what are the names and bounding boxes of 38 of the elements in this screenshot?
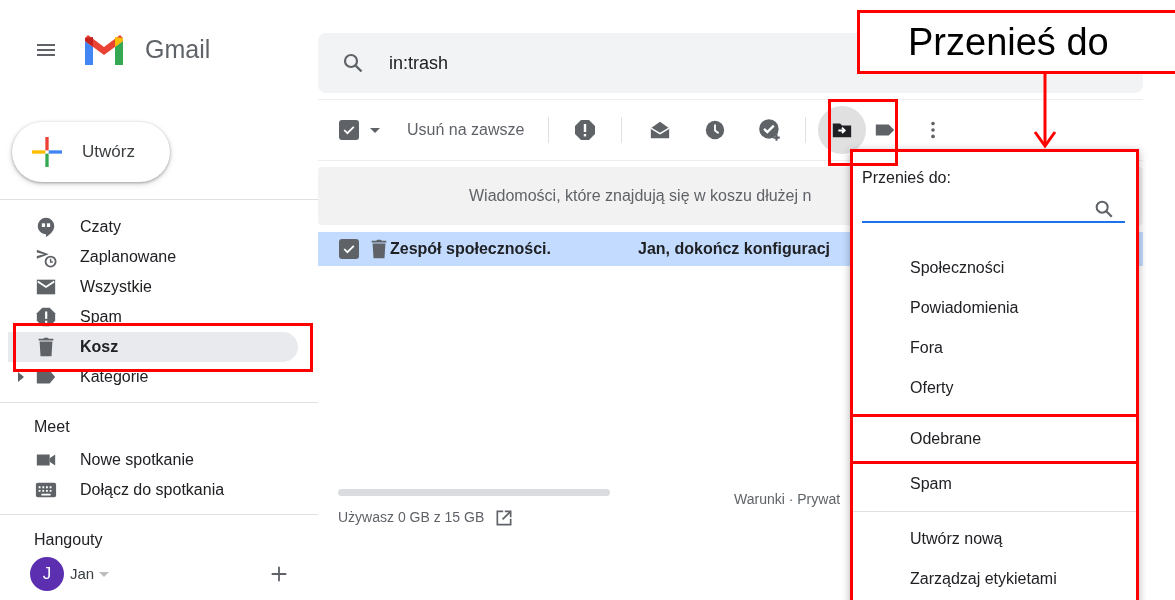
gmail-logo[interactable] (82, 33, 126, 67)
app-name: Gmail (145, 34, 211, 66)
plus-icon (32, 137, 62, 167)
menu-item[interactable]: Utwórz nową (853, 519, 1136, 559)
sidebar-item[interactable]: Spam (8, 302, 298, 332)
avatar[interactable]: J (30, 557, 64, 591)
checkbox[interactable] (339, 120, 359, 140)
message-sender: Zespół społeczności. (390, 239, 552, 259)
delete-forever-button[interactable]: Usuń na zawsze (407, 115, 525, 145)
user-name[interactable]: Jan (70, 562, 95, 586)
sidebar-item[interactable]: Zaplanowane (8, 242, 298, 272)
meet-item[interactable]: Nowe spotkanie (0, 445, 318, 475)
report-spam-icon[interactable] (573, 118, 598, 142)
open-envelope-icon[interactable] (649, 119, 672, 141)
storage-text: Używasz 0 GB z 15 GB (338, 508, 485, 527)
compose-button[interactable]: Utwórz (12, 122, 170, 182)
meet-item[interactable]: Dołącz do spotkania (0, 475, 318, 505)
menu-item[interactable]: Spam (853, 464, 1136, 504)
expand-arrow-icon[interactable] (18, 372, 24, 382)
clock-icon[interactable] (704, 119, 727, 141)
footer-links[interactable]: Warunki · Prywat (734, 489, 841, 528)
caret-icon[interactable] (370, 127, 380, 133)
sidebar-item[interactable]: Kosz (8, 332, 298, 362)
checkbox[interactable] (339, 239, 359, 259)
menu-item[interactable]: Powiadomienia (853, 288, 1136, 328)
search-icon (341, 51, 365, 75)
chat-bubble-icon (35, 216, 57, 238)
menu-title: Przenieś do: (862, 168, 952, 188)
menu-item[interactable]: Oferty (853, 368, 1136, 408)
sidebar-item[interactable]: Kategorie (8, 362, 298, 392)
sidebar-item[interactable]: Czaty (8, 212, 298, 242)
menu-item[interactable]: Fora (853, 328, 1136, 368)
menu-item[interactable]: Zarządzaj etykietami (853, 559, 1136, 599)
annotation-tooltip: Przenieś do (857, 10, 1175, 74)
section-title: Meet (33, 417, 71, 437)
message-subject: Jan, dokończ konfiguracj (638, 239, 831, 259)
section-title: Hangouty (33, 530, 104, 550)
sidebar-item[interactable]: Wszystkie (8, 272, 298, 302)
